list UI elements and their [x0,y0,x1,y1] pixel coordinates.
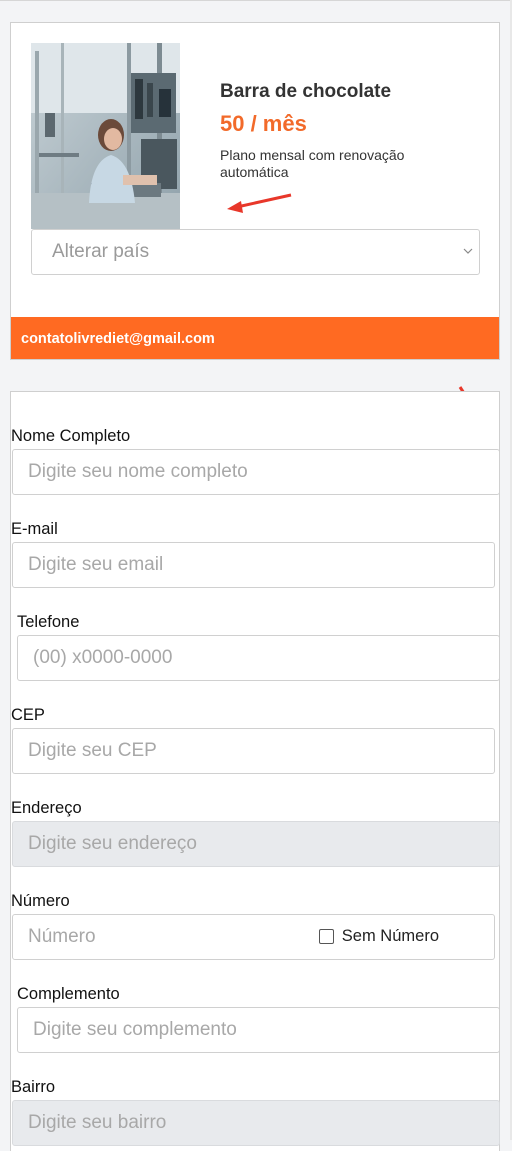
annotation-arrow-icon [227,193,292,213]
complement-input[interactable]: Digite seu complemento [17,1007,500,1053]
no-number-checkbox[interactable]: Sem Número [318,927,439,946]
number-placeholder: Número [28,926,96,947]
top-border [0,0,512,1]
no-number-label: Sem Número [341,927,439,945]
product-price: 50 / mês [220,111,307,136]
cep-input[interactable]: Digite seu CEP [12,728,495,774]
chevron-down-icon [463,248,473,254]
email-input[interactable]: Digite seu email [12,542,495,588]
product-card: Barra de chocolate 50 / mês Plano mensal… [10,22,500,360]
number-label: Número [11,892,70,910]
country-select[interactable]: Alterar país [31,229,480,275]
product-title: Barra de chocolate [220,81,392,102]
checkbox-box[interactable] [318,929,334,944]
address-label: Endereço [11,799,82,817]
product-info: Barra de chocolate 50 / mês Plano mensal… [220,81,490,181]
phone-label: Telefone [17,613,80,631]
name-label: Nome Completo [11,427,131,445]
cep-label: CEP [11,706,45,724]
phone-placeholder: (00) x0000-0000 [33,647,173,668]
neighborhood-input: Digite seu bairro [12,1100,500,1146]
complement-label: Complemento [17,985,120,1003]
contact-email: contatolivrediet@gmail.com [21,331,215,347]
neighborhood-placeholder: Digite seu bairro [28,1112,167,1133]
address-input: Digite seu endereço [12,821,500,867]
checkout-form: Nome Completo Digite seu nome completo E… [10,391,500,1151]
phone-input[interactable]: (00) x0000-0000 [17,635,500,681]
address-placeholder: Digite seu endereço [28,833,197,854]
cep-placeholder: Digite seu CEP [28,740,157,761]
number-input[interactable]: Número Sem Número [12,914,495,960]
complement-placeholder: Digite seu complemento [33,1019,237,1040]
email-placeholder: Digite seu email [28,554,164,575]
product-image [31,43,180,229]
product-photo [31,43,180,229]
country-select-placeholder: Alterar país [52,241,150,262]
name-input[interactable]: Digite seu nome completo [12,449,500,495]
contact-bar: contatolivrediet@gmail.com [11,317,499,359]
product-description: Plano mensal com renovação automática [220,147,405,180]
neighborhood-label: Bairro [11,1078,56,1096]
email-label: E-mail [11,520,58,538]
name-placeholder: Digite seu nome completo [28,461,248,482]
